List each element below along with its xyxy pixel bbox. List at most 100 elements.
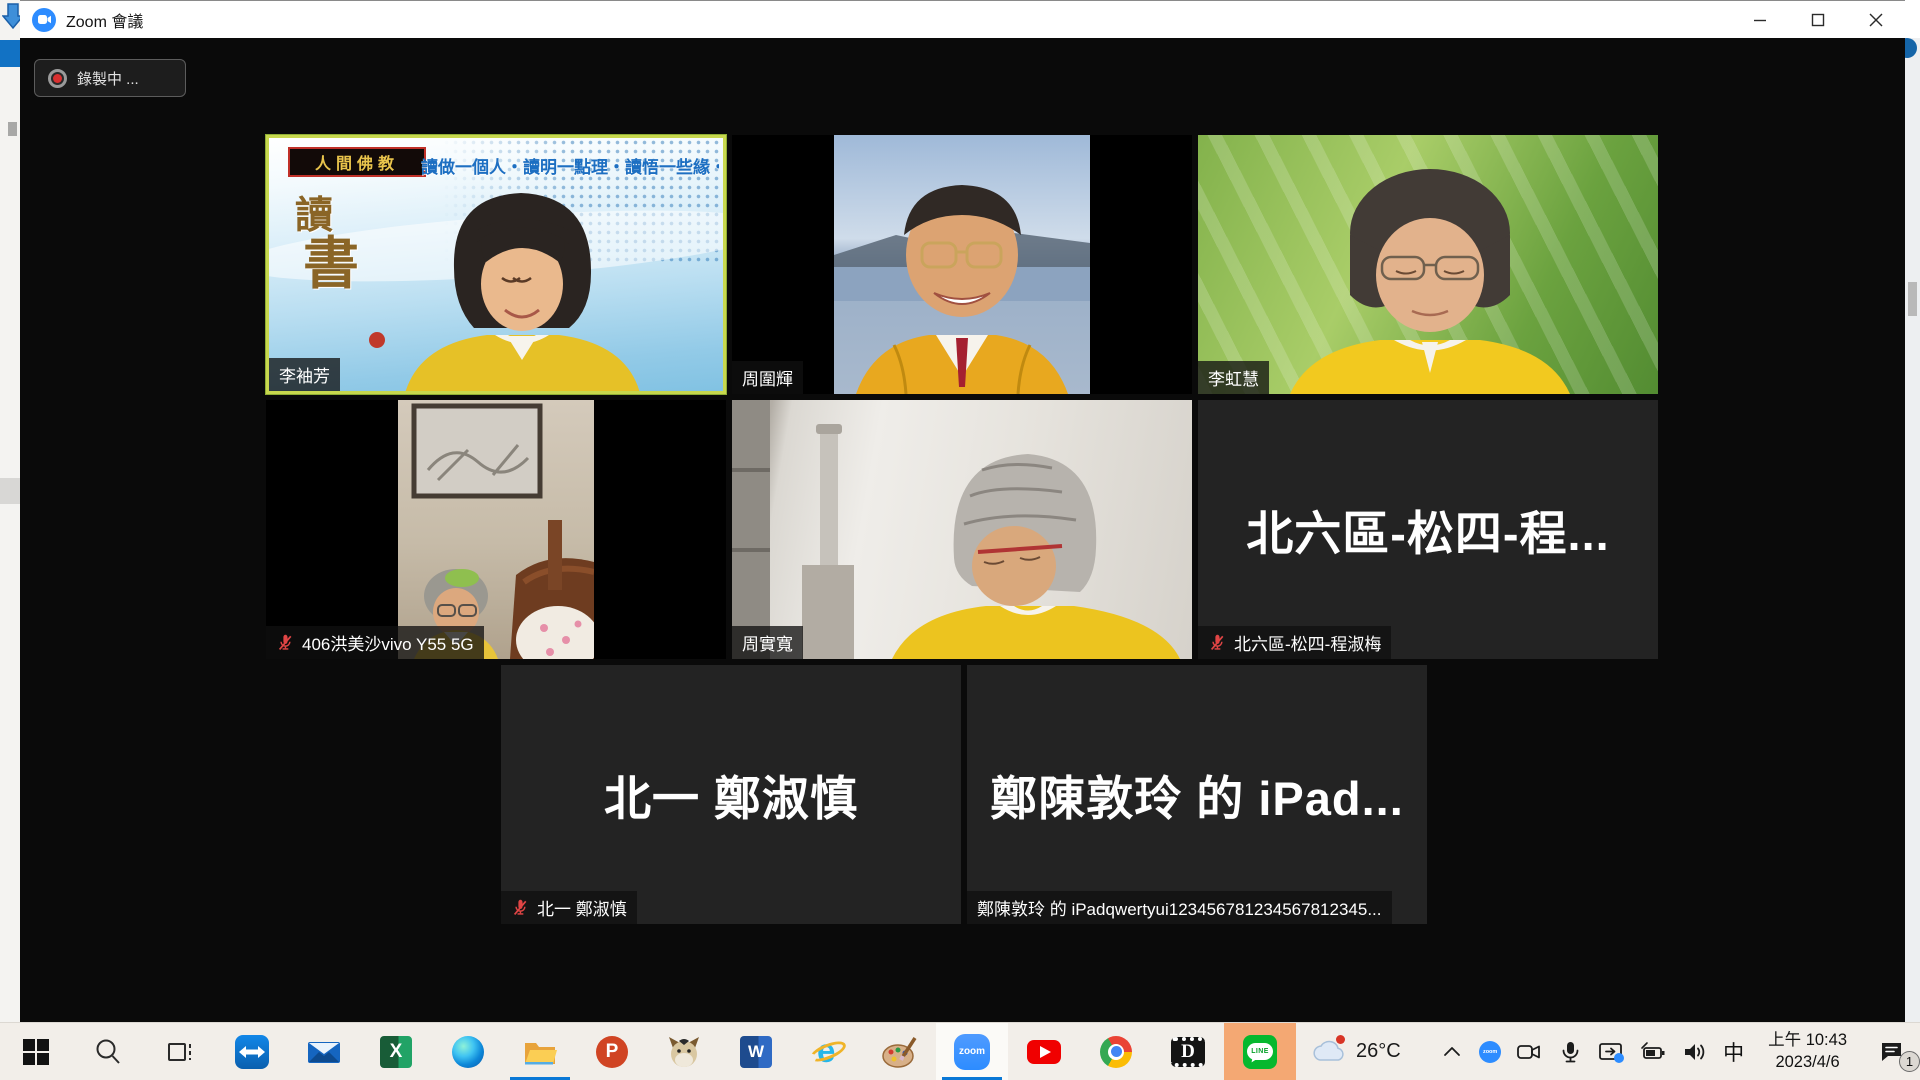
video-tile[interactable]: 周圍輝 [732, 135, 1192, 394]
background-scrollbar-thumb[interactable] [1908, 282, 1917, 316]
system-tray: zoom [1432, 1023, 1920, 1080]
close-button[interactable] [1847, 1, 1905, 38]
minimize-icon [1753, 13, 1767, 27]
zoom-meeting-window: Zoom 會議 錄製中 ... 人間佛教 讀做一個人・讀明一點理・讀悟一些緣・ [20, 0, 1905, 1022]
participant-name-tag: 406洪美沙vivo Y55 5G [266, 626, 484, 659]
participant-name: 周實寬 [742, 630, 793, 655]
chevron-up-icon [1439, 1039, 1465, 1065]
video-tile[interactable]: 周實寬 [732, 400, 1192, 659]
participant-name-tag: 周圍輝 [732, 361, 803, 394]
internet-explorer-icon: e [810, 1036, 846, 1068]
mail-icon [307, 1039, 341, 1065]
title-bar: Zoom 會議 [20, 1, 1905, 38]
taskbar-app-word[interactable]: W [720, 1023, 792, 1080]
person-illustration [269, 138, 723, 394]
video-tile[interactable]: 李虹慧 [1198, 135, 1658, 394]
taskbar-app-line[interactable]: LINE [1224, 1023, 1296, 1080]
video-tile[interactable]: 406洪美沙vivo Y55 5G [266, 400, 726, 659]
participant-name-tag: 鄭陳敦玲 的 iPadqwertyui123456781234567812345… [967, 891, 1392, 924]
clock-time: 上午 10:43 [1768, 1030, 1847, 1051]
video-tile[interactable]: 人間佛教 讀做一個人・讀明一點理・讀悟一些緣・讀懂一顆心 讀 書 [266, 135, 726, 394]
taskbar-app-edge[interactable] [432, 1023, 504, 1080]
zoom-tray-icon: zoom [1479, 1041, 1501, 1063]
taskbar-app-file-explorer[interactable] [504, 1023, 576, 1080]
zoom-icon: zoom [954, 1034, 990, 1070]
tray-zoom[interactable]: zoom [1472, 1023, 1508, 1080]
taskbar-app-excel[interactable]: X [360, 1023, 432, 1080]
participant-name-tag: 北一 鄭淑慎 [501, 891, 637, 924]
taskbar-app-paint[interactable] [864, 1023, 936, 1080]
participant-name: 李袖芳 [279, 362, 330, 387]
taskbar-app-powerpoint[interactable]: P [576, 1023, 648, 1080]
maximize-icon [1811, 13, 1825, 27]
participant-name: 周圍輝 [742, 365, 793, 390]
tray-screen-cast[interactable] [1590, 1023, 1632, 1080]
tray-ime[interactable]: 中 [1716, 1023, 1751, 1080]
video-feed [834, 135, 1090, 394]
chrome-icon [1100, 1036, 1132, 1068]
weather-widget[interactable]: 26°C [1296, 1023, 1415, 1080]
participant-display-name: 北一 鄭淑慎 [604, 760, 858, 829]
search-button[interactable] [72, 1023, 144, 1080]
speaker-icon [1681, 1039, 1709, 1065]
recording-label: 錄製中 ... [77, 68, 139, 89]
participant-name: 406洪美沙vivo Y55 5G [302, 630, 474, 655]
camera-icon [1515, 1039, 1543, 1065]
d-filmstrip-icon: D [1171, 1037, 1205, 1067]
background-white-strip [1905, 0, 1920, 38]
emule-donkey-icon [667, 1036, 701, 1068]
maximize-button[interactable] [1789, 1, 1847, 38]
ime-chinese-indicator: 中 [1723, 1037, 1744, 1067]
search-icon [93, 1037, 123, 1067]
screen-cast-icon [1597, 1039, 1625, 1065]
windows-logo-icon [22, 1038, 50, 1066]
tray-volume[interactable] [1674, 1023, 1716, 1080]
start-button[interactable] [0, 1023, 72, 1080]
word-icon: W [740, 1036, 772, 1068]
recording-indicator[interactable]: 錄製中 ... [34, 59, 186, 97]
meeting-canvas: 錄製中 ... 人間佛教 讀做一個人・讀明一點理・讀悟一些緣・讀懂一顆心 讀 書 [20, 38, 1905, 1023]
muted-mic-icon [276, 634, 294, 652]
person-illustration [1198, 135, 1658, 394]
powerpoint-icon: P [596, 1036, 628, 1068]
tray-clock[interactable]: 上午 10:43 2023/4/6 [1751, 1023, 1864, 1080]
battery-icon [1639, 1039, 1667, 1065]
person-illustration [732, 400, 1192, 659]
tray-microphone[interactable] [1550, 1023, 1590, 1080]
taskbar-app-chrome[interactable] [1080, 1023, 1152, 1080]
close-icon [1869, 13, 1883, 27]
participant-name-tag: 北六區-松四-程淑梅 [1198, 626, 1391, 659]
muted-mic-icon [511, 899, 529, 917]
taskbar: X P W e [0, 1022, 1920, 1080]
taskbar-app-youtube[interactable] [1008, 1023, 1080, 1080]
task-view-button[interactable] [144, 1023, 216, 1080]
action-center-button[interactable]: 1 [1864, 1023, 1920, 1080]
video-feed [732, 400, 1192, 659]
taskbar-app-mail[interactable] [288, 1023, 360, 1080]
zoom-app-icon [32, 8, 56, 32]
weather-alert-dot [1336, 1035, 1345, 1044]
video-feed: 人間佛教 讀做一個人・讀明一點理・讀悟一些緣・讀懂一顆心 讀 書 [269, 138, 723, 394]
participant-name: 北一 鄭淑慎 [537, 895, 627, 920]
person-illustration [834, 135, 1090, 394]
taskbar-app-d-video[interactable]: D [1152, 1023, 1224, 1080]
tray-battery[interactable] [1632, 1023, 1674, 1080]
participant-name-tag: 李袖芳 [269, 358, 340, 391]
video-tile[interactable]: 北一 鄭淑慎 北一 鄭淑慎 [501, 665, 961, 924]
hidden-icons-chevron[interactable] [1432, 1023, 1472, 1080]
video-tile[interactable]: 鄭陳敦玲 的 iPad... 鄭陳敦玲 的 iPadqwertyui123456… [967, 665, 1427, 924]
youtube-icon [1027, 1040, 1061, 1064]
minimize-button[interactable] [1731, 1, 1789, 38]
background-app-right [1905, 0, 1920, 1022]
video-feed [1198, 135, 1658, 394]
background-text-mark [8, 122, 17, 136]
notification-badge: 1 [1899, 1051, 1920, 1072]
participant-name: 李虹慧 [1208, 365, 1259, 390]
video-tile[interactable]: 北六區-松四-程... 北六區-松四-程淑梅 [1198, 400, 1658, 659]
taskbar-app-teamviewer[interactable] [216, 1023, 288, 1080]
taskbar-app-zoom[interactable]: zoom [936, 1023, 1008, 1080]
taskbar-app-internet-explorer[interactable]: e [792, 1023, 864, 1080]
muted-mic-icon [1208, 634, 1226, 652]
taskbar-app-emule[interactable] [648, 1023, 720, 1080]
tray-camera[interactable] [1508, 1023, 1550, 1080]
